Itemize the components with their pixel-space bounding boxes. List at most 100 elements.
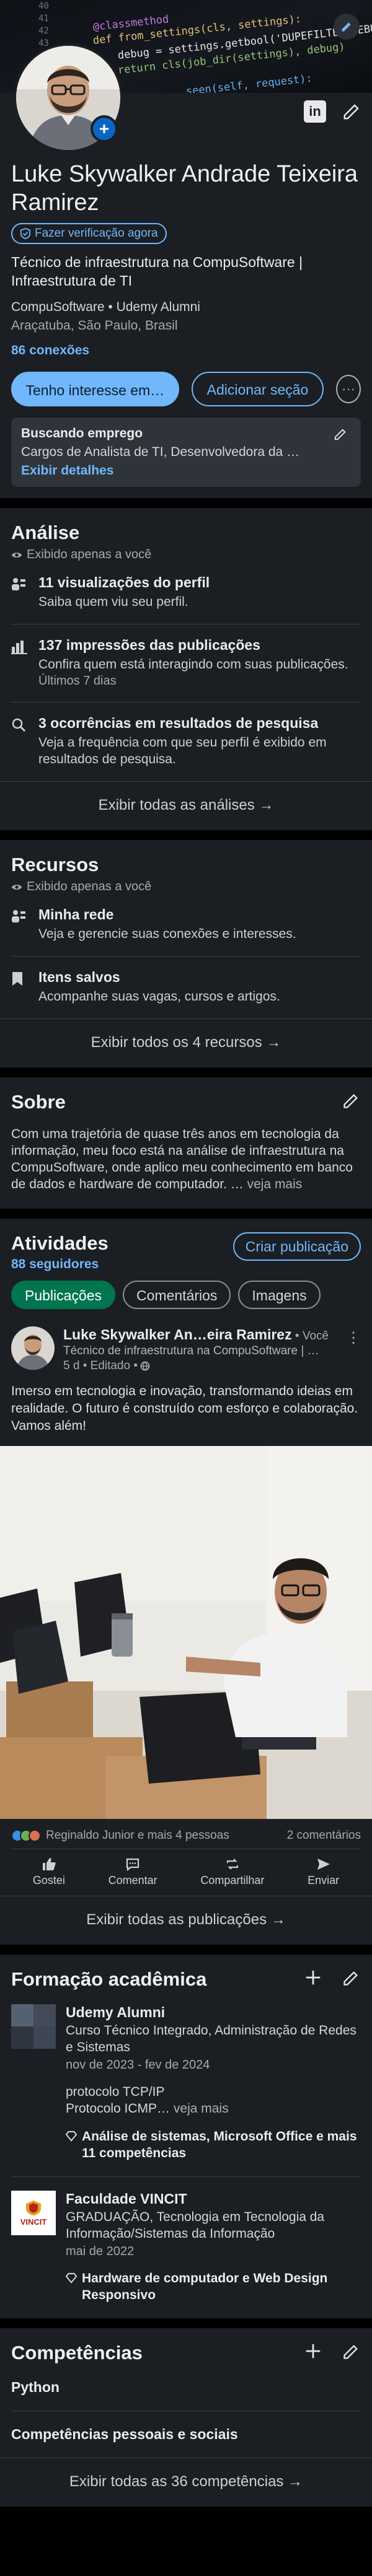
thumbs-up-icon [42,1858,56,1870]
pencil-icon[interactable] [342,2343,360,2360]
analytics-item-impressions[interactable]: 137 impressões das publicações Confira q… [11,624,361,703]
item-title: 3 ocorrências em resultados de pesquisa [38,715,319,731]
pencil-icon[interactable] [334,427,347,441]
post-author[interactable]: Luke Skywalker An…eira Ramirez • Você [63,1326,329,1343]
see-more-link[interactable]: veja mais [170,2101,229,2116]
resource-item-saved[interactable]: Itens salvos Acompanhe suas vagas, curso… [11,957,361,1019]
repost-icon [226,1859,238,1870]
item-period: Últimos 7 dias [38,674,117,688]
school-name: Udemy Alumni [66,2004,166,2020]
profile-card: 40 41 42 43 @classmethod def from_settin… [0,0,372,498]
eye-icon [11,552,22,558]
pencil-icon[interactable] [342,1969,360,1987]
more-options-button[interactable]: ··· [336,375,361,403]
item-subtitle: Veja e gerencie suas conexões e interess… [38,927,296,941]
add-section-button[interactable]: Adicionar seção [191,372,324,406]
profile-name: Luke Skywalker Andrade Teixeira Ramirez [11,161,358,216]
post-author-headline: Técnico de infraestrutura na CompuSoftwa… [63,1344,319,1357]
people-icon [12,910,25,922]
activity-section: Atividades 88 seguidores Criar publicaçã… [0,1219,372,1945]
pencil-icon[interactable] [342,102,361,121]
education-description: protocolo TCP/IP Protocolo ICMP… veja ma… [66,2083,361,2117]
item-title: 11 visualizações do perfil [38,574,210,590]
connections-link[interactable]: 86 conexões [11,343,361,358]
reactions-bar[interactable]: Reginaldo Junior e mais 4 pessoas 2 come… [11,1819,361,1849]
show-all-posts-link[interactable]: Exibir todas as publicações → [0,1896,372,1945]
post-photo [0,1446,372,1819]
diamond-icon [66,2272,77,2284]
plus-icon[interactable] [304,2342,322,2360]
send-button[interactable]: Enviar [308,1857,339,1887]
people-icon [12,578,25,590]
about-section: Sobre Com uma trajetória de quase três a… [0,1077,372,1209]
section-title: Recursos [11,854,99,875]
show-all-resources-link[interactable]: Exibir todos os 4 recursos → [0,1019,372,1067]
pencil-icon [342,22,351,32]
education-item[interactable]: Udemy Alumni Curso Técnico Integrado, Ad… [11,1991,361,2177]
profile-actions: in [304,100,361,123]
code-line: seen(self, request): [185,72,313,93]
avatar-photo [11,1326,55,1370]
profile-companies[interactable]: CompuSoftware • Udemy Alumni [11,300,361,315]
section-title: Análise [11,522,80,543]
show-details-link[interactable]: Exibir detalhes [21,463,351,478]
like-button[interactable]: Gostei [33,1857,65,1887]
comment-button[interactable]: Comentar [108,1857,157,1887]
reaction-summary: Reginaldo Junior e mais 4 pessoas [11,1829,229,1842]
resource-item-network[interactable]: Minha rede Veja e gerencie suas conexões… [11,894,361,957]
create-post-button[interactable]: Criar publicação [232,1232,361,1261]
post-options-icon[interactable]: ⋮ [346,1329,361,1347]
repost-button[interactable]: Compartilhar [200,1857,264,1887]
course-name: GRADUAÇÃO, Tecnologia em Tecnologia da I… [66,2210,325,2241]
open-to-work-desc: Cargos de Analista de TI, Desenvolvedora… [21,445,300,459]
education-dates: nov de 2023 - fev de 2024 [66,2058,210,2072]
skills-text: Análise de sistemas, Microsoft Office e … [82,2129,357,2160]
open-to-work-box[interactable]: Buscando emprego Cargos de Analista de T… [11,418,361,487]
action-label: Comentar [108,1874,157,1886]
post-header: Luke Skywalker An…eira Ramirez • Você Té… [11,1326,361,1373]
profile-location: Araçatuba, São Paulo, Brasil [11,318,178,333]
skill-item[interactable]: Python [11,2364,361,2411]
search-icon [12,718,26,732]
line-number: 40 [38,1,49,11]
comments-count[interactable]: 2 comentários [287,1829,361,1842]
add-story-button[interactable] [91,115,118,142]
item-subtitle: Acompanhe suas vagas, cursos e artigos. [38,989,280,1004]
pencil-icon[interactable] [342,1092,360,1110]
edit-cover-button[interactable] [334,14,360,40]
line-number: 42 [38,26,49,36]
show-all-analytics-link[interactable]: Exibir todas as análises → [0,781,372,830]
see-more-link[interactable]: veja mais [244,1177,303,1191]
education-skills: Análise de sistemas, Microsoft Office e … [66,2128,361,2162]
post-author-avatar[interactable] [11,1326,55,1370]
skills-text: Hardware de computador e Web Design Resp… [82,2271,328,2302]
bar-chart-icon [11,641,27,654]
private-note: Exibido apenas a você [11,548,361,562]
tab-comments[interactable]: Comentários [123,1281,231,1309]
item-subtitle: Saiba quem viu seu perfil. [38,595,188,609]
reactions-count: Reginaldo Junior e mais 4 pessoas [46,1829,229,1842]
linkedin-icon[interactable]: in [304,100,326,123]
private-label: Exibido apenas a você [27,880,152,893]
tab-images[interactable]: Imagens [238,1281,321,1309]
post-text: Imerso em tecnologia e inovação, transfo… [11,1384,358,1433]
plus-icon[interactable] [304,1968,322,1987]
post-image[interactable] [0,1446,372,1819]
description-line: protocolo TCP/IP [66,2085,165,2099]
comment-icon [126,1858,140,1872]
tab-posts[interactable]: Publicações [11,1281,116,1309]
diamond-icon [66,2131,77,2142]
analytics-item-search[interactable]: 3 ocorrências em resultados de pesquisa … [11,703,361,781]
analytics-section: Análise Exibido apenas a você 11 visuali… [0,508,372,830]
analytics-item-profile-views[interactable]: 11 visualizações do perfil Saiba quem vi… [11,562,361,624]
education-item[interactable]: VINCIT Faculdade VINCIT GRADUAÇÃO, Tecno… [11,2177,361,2318]
education-dates: mai de 2022 [66,2245,135,2258]
open-to-button[interactable]: Tenho interesse em… [11,372,179,406]
show-all-skills-link[interactable]: Exibir todas as 36 competências → [0,2458,372,2507]
action-label: Enviar [308,1874,340,1886]
skill-item[interactable]: Competências pessoais e sociais [11,2411,361,2458]
profile-body: Luke Skywalker Andrade Teixeira Ramirez … [0,93,372,498]
verify-now-button[interactable]: Fazer verificação agora [11,223,167,244]
education-section: Formação acadêmica Udemy Alumni Curso Té… [0,1955,372,2318]
vincit-logo-icon: VINCIT [11,2191,56,2235]
